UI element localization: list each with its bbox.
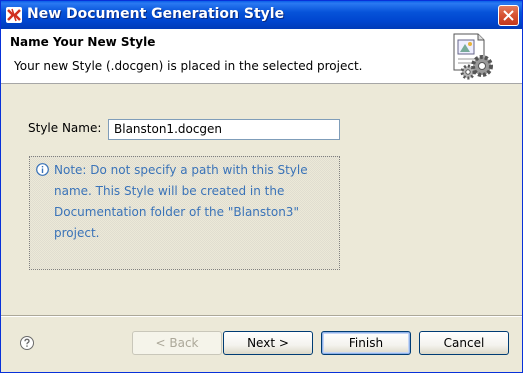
style-name-input[interactable]: Blanston1.docgen: [108, 119, 340, 140]
finish-button[interactable]: Finish: [321, 331, 411, 355]
banner-title: Name Your New Style: [10, 35, 156, 49]
close-button[interactable]: [498, 5, 519, 26]
cancel-button[interactable]: Cancel: [419, 331, 509, 355]
wizard-banner: Name Your New Style Your new Style (.doc…: [1, 29, 522, 84]
help-icon[interactable]: [19, 335, 35, 351]
banner-subtitle: Your new Style (.docgen) is placed in th…: [14, 59, 363, 73]
next-button-label: Next >: [247, 336, 289, 350]
info-icon: [36, 163, 49, 176]
cancel-button-label: Cancel: [443, 336, 485, 350]
close-icon: [503, 10, 514, 21]
document-gears-icon: [453, 33, 493, 80]
style-name-label: Style Name:: [28, 121, 102, 135]
app-logo-icon: [6, 7, 22, 23]
dialog-window: New Document Generation Style Name Your …: [0, 0, 523, 373]
back-button[interactable]: < Back: [132, 331, 222, 355]
finish-button-label: Finish: [348, 336, 384, 350]
next-button[interactable]: Next >: [223, 331, 313, 355]
button-bar-divider: [1, 315, 522, 317]
back-button-label: < Back: [155, 336, 199, 350]
note-box: Note: Do not specify a path with this St…: [29, 156, 340, 270]
window-title: New Document Generation Style: [27, 6, 285, 22]
note-text: Note: Do not specify a path with this St…: [54, 163, 308, 240]
title-bar[interactable]: New Document Generation Style: [1, 1, 522, 29]
